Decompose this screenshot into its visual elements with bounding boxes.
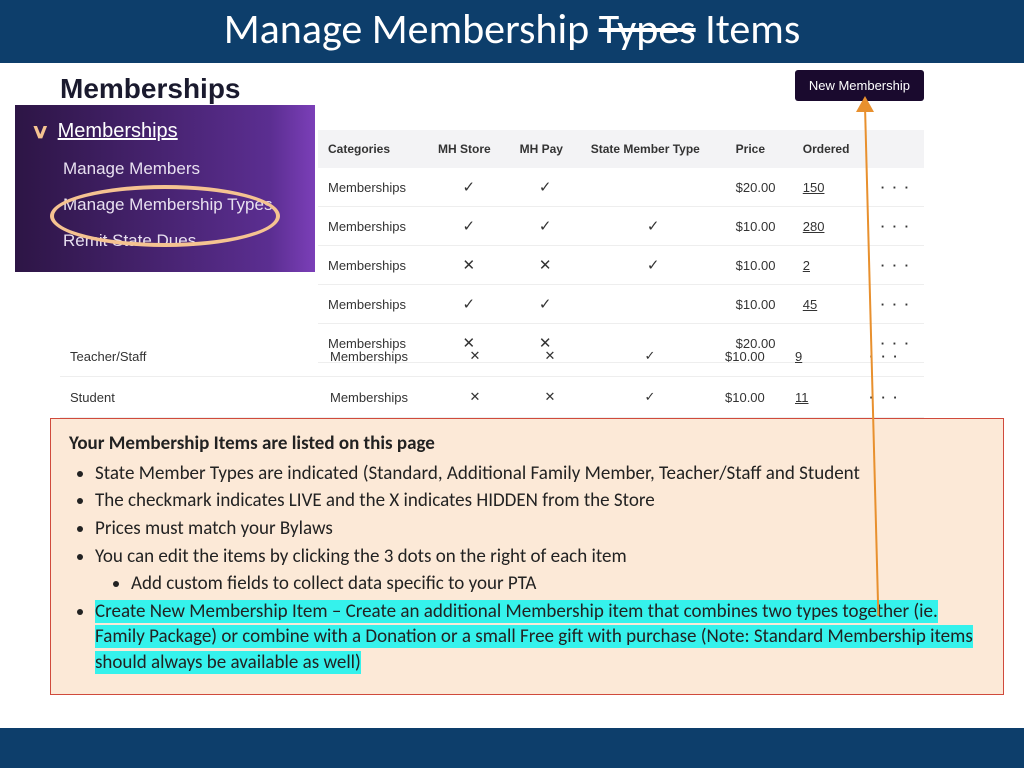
ordered-link: 150 xyxy=(803,180,825,195)
table-row: Student Memberships ✕ ✕ ✓ $10.00 11 · · … xyxy=(60,377,924,418)
mh-pay-icon: ✓ xyxy=(510,285,581,324)
col-price: Price xyxy=(726,130,793,168)
row-menu-button[interactable]: · · · xyxy=(845,377,924,418)
table-row: Memberships ✓ ✓ $10.00 45 · · · xyxy=(318,285,924,324)
mh-pay-icon: ✕ xyxy=(515,336,585,377)
mh-pay-icon: ✓ xyxy=(510,168,581,207)
sidebar-heading[interactable]: Memberships xyxy=(58,120,178,143)
sidebar-item-remit-state-dues[interactable]: Remit State Dues xyxy=(63,230,297,252)
table-row: Memberships ✓ ✓ ✓ $10.00 280 · · · xyxy=(318,207,924,246)
sidebar-item-manage-membership-types[interactable]: Manage Membership Types xyxy=(63,194,297,216)
col-mh-store: MH Store xyxy=(428,130,510,168)
col-state-member-type: State Member Type xyxy=(581,130,726,168)
mh-store-icon: ✕ xyxy=(435,336,515,377)
col-mh-pay: MH Pay xyxy=(510,130,581,168)
membership-table-lower: Teacher/Staff Memberships ✕ ✕ ✓ $10.00 9… xyxy=(60,336,924,418)
chevron-down-icon[interactable]: ∨ xyxy=(31,119,50,144)
mh-store-icon: ✕ xyxy=(428,246,510,285)
row-menu-button[interactable]: · · · xyxy=(868,285,924,324)
mh-store-icon: ✓ xyxy=(428,207,510,246)
state-type-icon: ✓ xyxy=(581,246,726,285)
mh-store-icon: ✓ xyxy=(428,168,510,207)
table-row: Memberships ✕ ✕ ✓ $10.00 2 · · · xyxy=(318,246,924,285)
ordered-link: 9 xyxy=(795,349,802,364)
table-row: Memberships ✓ ✓ $20.00 150 · · · xyxy=(318,168,924,207)
state-type-icon: ✓ xyxy=(581,207,726,246)
mh-pay-icon: ✓ xyxy=(510,207,581,246)
row-menu-button[interactable]: · · · xyxy=(868,168,924,207)
ordered-link: 2 xyxy=(803,258,810,273)
state-type-icon xyxy=(581,285,726,324)
mh-store-icon: ✓ xyxy=(428,285,510,324)
callout-arrow-head xyxy=(856,96,874,112)
ordered-link: 280 xyxy=(803,219,825,234)
col-ordered: Ordered xyxy=(793,130,868,168)
mh-store-icon: ✕ xyxy=(435,377,515,418)
state-type-icon xyxy=(581,168,726,207)
state-type-icon: ✓ xyxy=(585,336,715,377)
mh-pay-icon: ✕ xyxy=(510,246,581,285)
slide-title: Manage Membership Types Items xyxy=(0,0,1024,63)
instruction-note: Your Membership Items are listed on this… xyxy=(50,418,1004,695)
ordered-link: 11 xyxy=(795,390,809,405)
row-menu-button[interactable]: · · · xyxy=(845,336,924,377)
table-row: Teacher/Staff Memberships ✕ ✕ ✓ $10.00 9… xyxy=(60,336,924,377)
membership-table: Categories MH Store MH Pay State Member … xyxy=(318,130,924,363)
row-menu-button[interactable]: · · · xyxy=(868,246,924,285)
ordered-link: 45 xyxy=(803,297,817,312)
sidebar: ∨ Memberships Manage Members Manage Memb… xyxy=(15,105,315,272)
mh-pay-icon: ✕ xyxy=(515,377,585,418)
footer-band xyxy=(0,728,1024,768)
state-type-icon: ✓ xyxy=(585,377,715,418)
row-menu-button[interactable]: · · · xyxy=(868,207,924,246)
col-categories: Categories xyxy=(318,130,428,168)
sidebar-item-manage-members[interactable]: Manage Members xyxy=(63,158,297,180)
